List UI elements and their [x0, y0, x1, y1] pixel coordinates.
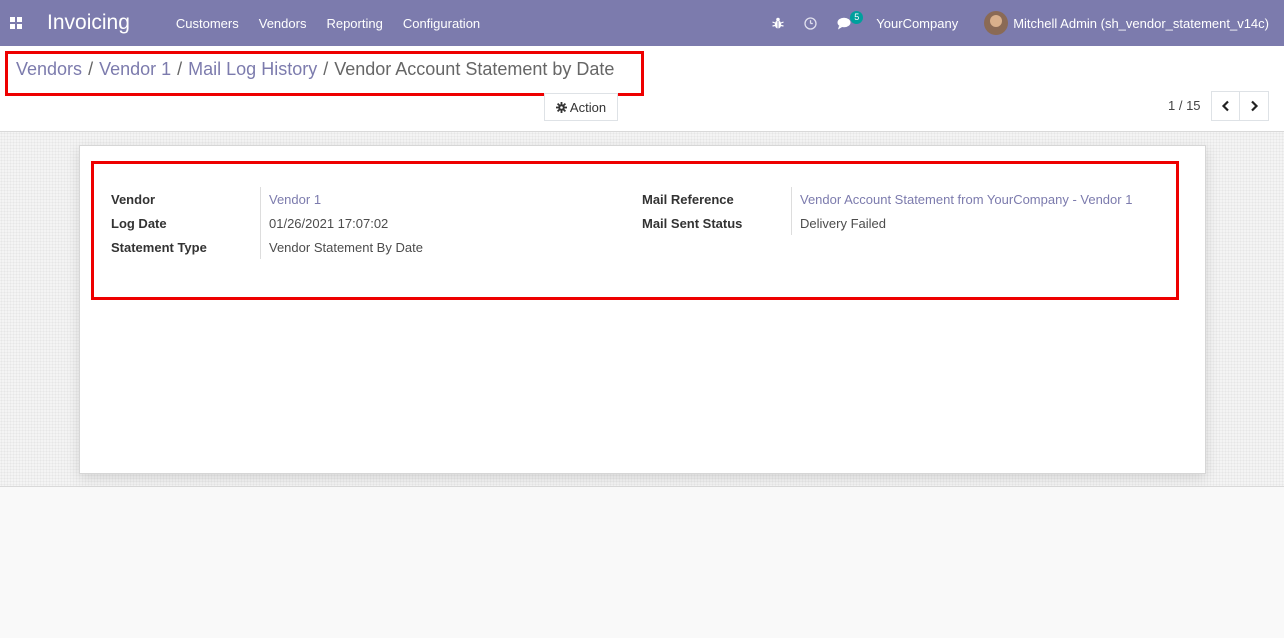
avatar: [984, 11, 1009, 35]
action-label: Action: [569, 99, 607, 115]
user-menu[interactable]: Mitchell Admin (sh_vendor_statement_v14c…: [984, 11, 1269, 35]
form-group-right: Mail Reference Vendor Account Statement …: [642, 187, 1132, 235]
gear-icon: [555, 101, 567, 113]
log-date-label: Log Date: [111, 215, 167, 231]
apps-menu-icon[interactable]: [0, 0, 32, 46]
field-row-mail-sent-status: Mail Sent Status Delivery Failed: [642, 211, 1132, 235]
pager-next-button[interactable]: [1240, 91, 1269, 121]
menu-vendors[interactable]: Vendors: [259, 16, 307, 31]
mail-sent-status-value: Delivery Failed: [791, 211, 886, 235]
mail-sent-status-label: Mail Sent Status: [642, 215, 743, 231]
pager-value[interactable]: 1 / 15: [1168, 98, 1201, 113]
messaging-icon[interactable]: 5: [837, 10, 864, 30]
form-group-left: Vendor Vendor 1 Log Date 01/26/2021 17:0…: [111, 187, 423, 259]
pager-previous-button[interactable]: [1211, 91, 1240, 121]
control-panel: Vendors / Vendor 1 / Mail Log History / …: [0, 46, 1284, 132]
field-row-vendor: Vendor Vendor 1: [111, 187, 423, 211]
vendor-link[interactable]: Vendor 1: [260, 187, 321, 211]
chevron-left-icon: [1221, 100, 1229, 112]
main-menu: Customers Vendors Reporting Configuratio…: [176, 16, 500, 31]
field-row-statement-type: Statement Type Vendor Statement By Date: [111, 235, 423, 259]
mail-reference-link[interactable]: Vendor Account Statement from YourCompan…: [791, 187, 1132, 211]
log-date-value: 01/26/2021 17:07:02: [260, 211, 388, 235]
activity-clock-icon[interactable]: [804, 16, 817, 30]
company-switcher[interactable]: YourCompany: [876, 16, 958, 31]
menu-configuration[interactable]: Configuration: [403, 16, 480, 31]
menu-reporting[interactable]: Reporting: [326, 16, 382, 31]
chevron-right-icon: [1251, 100, 1259, 112]
message-count-badge: 5: [850, 10, 864, 24]
statement-type-label: Statement Type: [111, 239, 207, 255]
action-button[interactable]: Action: [544, 93, 618, 121]
user-name: Mitchell Admin (sh_vendor_statement_v14c…: [1013, 15, 1269, 31]
systray: 5 YourCompany Mitchell Admin (sh_vendor_…: [772, 0, 1284, 46]
menu-customers[interactable]: Customers: [176, 16, 239, 31]
debug-icon[interactable]: [772, 17, 785, 30]
top-navbar: Invoicing Customers Vendors Reporting Co…: [0, 0, 1284, 46]
breadcrumb-highlight-box: [5, 51, 644, 96]
app-title[interactable]: Invoicing: [47, 11, 130, 35]
field-row-mail-reference: Mail Reference Vendor Account Statement …: [642, 187, 1132, 211]
field-row-log-date: Log Date 01/26/2021 17:07:02: [111, 211, 423, 235]
pager-buttons: [1211, 91, 1269, 121]
mail-reference-label: Mail Reference: [642, 191, 734, 207]
vendor-label: Vendor: [111, 191, 156, 207]
statement-type-value: Vendor Statement By Date: [260, 235, 423, 259]
